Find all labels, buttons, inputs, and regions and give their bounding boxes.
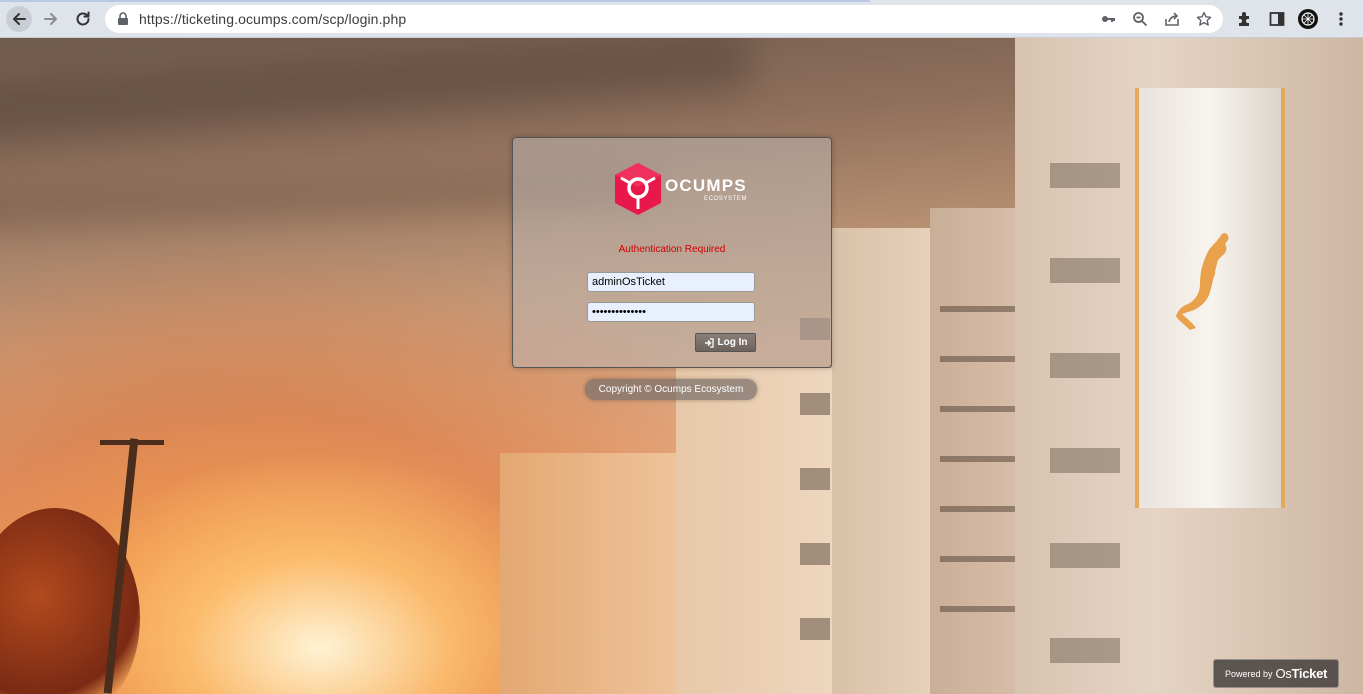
ocumps-cube-icon [615, 163, 661, 215]
star-icon[interactable] [1195, 10, 1213, 28]
browser-toolbar: https://ticketing.ocumps.com/scp/login.p… [0, 0, 1363, 38]
forward-button[interactable] [38, 6, 64, 32]
zoom-icon[interactable] [1131, 10, 1149, 28]
login-button-label: Log In [717, 337, 748, 348]
sign-in-icon [704, 337, 714, 348]
forward-arrow-icon [44, 13, 57, 25]
share-icon[interactable] [1163, 10, 1181, 28]
extensions-icon[interactable] [1235, 9, 1255, 29]
building-left [500, 453, 680, 694]
copyright-badge: Copyright © Ocumps Ecosystem [585, 379, 757, 400]
password-field[interactable] [587, 302, 755, 322]
reload-button[interactable] [70, 6, 96, 32]
back-arrow-icon [13, 13, 26, 25]
kebab-menu-icon[interactable] [1331, 9, 1351, 29]
reload-icon [76, 11, 90, 26]
page-background: OCUMPS ECOSYSTEM Authentication Required… [0, 38, 1363, 694]
ocumps-logo: OCUMPS ECOSYSTEM [613, 162, 746, 218]
powered-by-text: Powered by [1224, 668, 1273, 679]
kangaroo-banner-graphic [1176, 233, 1229, 330]
auth-required-message: Authentication Required [618, 244, 726, 255]
tab-strip-edge [0, 0, 870, 2]
profile-avatar[interactable] [1297, 8, 1319, 30]
building-windows [1050, 108, 1120, 668]
powered-by-osticket-link[interactable]: Powered by OsTicket [1213, 659, 1339, 688]
cloud-streak [0, 38, 752, 146]
osticket-brand: OsTicket [1275, 666, 1327, 681]
building-center-right [832, 228, 942, 694]
login-panel: OCUMPS ECOSYSTEM Authentication Required… [512, 137, 832, 368]
back-button[interactable] [6, 6, 32, 32]
osticket-brand-os: Os [1275, 666, 1292, 681]
address-bar[interactable]: https://ticketing.ocumps.com/scp/login.p… [105, 5, 1223, 33]
username-field[interactable] [587, 272, 755, 292]
login-button[interactable]: Log In [695, 333, 756, 352]
logo-subtitle: ECOSYSTEM [704, 196, 748, 202]
osticket-brand-ticket: Ticket [1291, 666, 1328, 681]
logo-wordmark: OCUMPS [665, 176, 747, 195]
utility-pole-crossbar [100, 440, 164, 445]
key-icon[interactable] [1099, 10, 1117, 28]
url-text[interactable]: https://ticketing.ocumps.com/scp/login.p… [139, 11, 406, 27]
side-panel-icon[interactable] [1267, 9, 1287, 29]
lock-icon[interactable] [117, 12, 129, 26]
